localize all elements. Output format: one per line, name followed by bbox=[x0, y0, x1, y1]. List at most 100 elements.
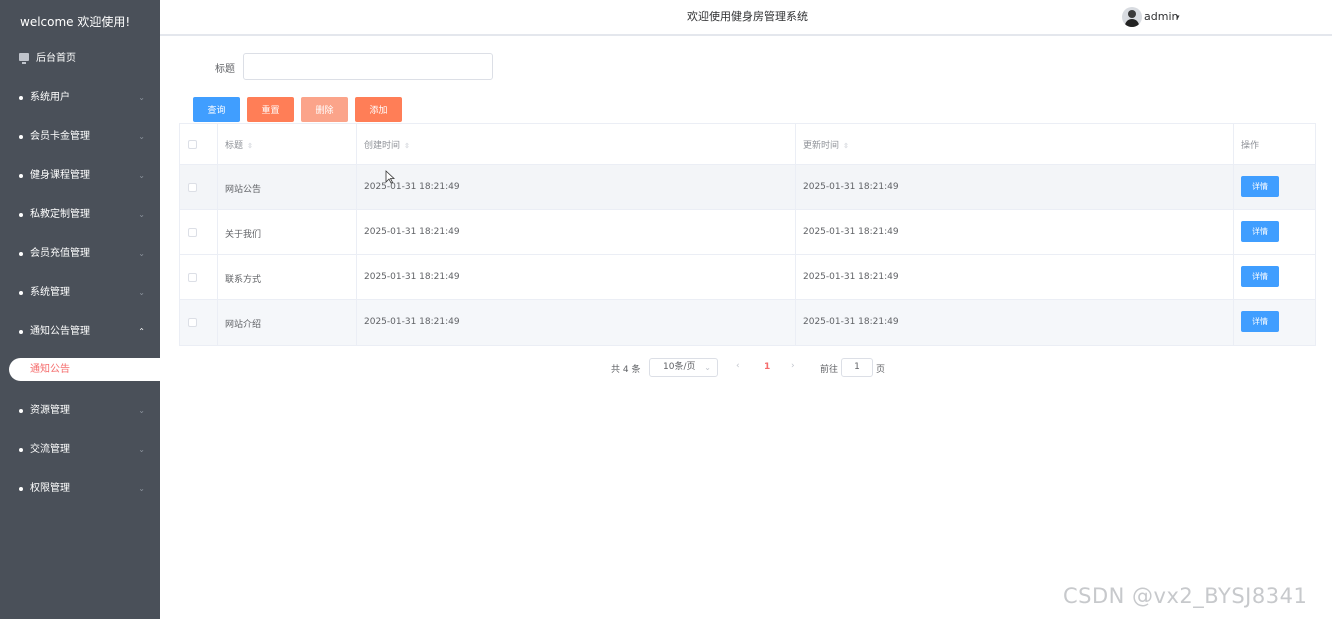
column-header-updated[interactable]: 更新时间 ⇳ bbox=[803, 138, 849, 151]
goto-label: 前往 bbox=[820, 365, 839, 375]
sidebar-item-notice[interactable]: 通知公告管理 ⌃ bbox=[0, 312, 160, 351]
cell-created: 2025-01-31 18:21:49 bbox=[364, 272, 460, 282]
next-page-button[interactable]: › bbox=[791, 361, 795, 380]
avatar[interactable] bbox=[1122, 7, 1142, 27]
sort-icon[interactable]: ⇳ bbox=[843, 142, 849, 150]
top-header: 欢迎使用健身房管理系统 admin ▾ bbox=[160, 0, 1332, 36]
cell-updated: 2025-01-31 18:21:49 bbox=[803, 182, 899, 192]
column-header-label: 标题 bbox=[225, 141, 244, 151]
search-title-label: 标题 bbox=[215, 64, 235, 75]
add-button[interactable]: 添加 bbox=[355, 97, 402, 122]
bullet-icon bbox=[19, 291, 23, 295]
sidebar-item-label: 会员卡金管理 bbox=[30, 131, 90, 142]
cell-title: 关于我们 bbox=[225, 230, 262, 240]
chevron-down-icon: ⌄ bbox=[138, 93, 145, 102]
cell-title: 网站公告 bbox=[225, 185, 262, 195]
table-row: 网站介绍 2025-01-31 18:21:49 2025-01-31 18:2… bbox=[180, 300, 1315, 345]
sidebar-item-label: 权限管理 bbox=[30, 483, 70, 494]
cell-updated: 2025-01-31 18:21:49 bbox=[803, 272, 899, 282]
avatar-head bbox=[1128, 10, 1136, 18]
monitor-icon bbox=[19, 53, 29, 64]
detail-button[interactable]: 详情 bbox=[1241, 221, 1279, 242]
goto-page-input[interactable]: 1 bbox=[841, 358, 873, 377]
cell-created: 2025-01-31 18:21:49 bbox=[364, 317, 460, 327]
cell-title: 联系方式 bbox=[225, 275, 262, 285]
sidebar-item-label: 系统用户 bbox=[30, 92, 70, 103]
bullet-icon bbox=[19, 448, 23, 452]
bullet-icon bbox=[19, 213, 23, 217]
pagination-total: 共 4 条 bbox=[611, 365, 641, 375]
page-title: 欢迎使用健身房管理系统 bbox=[687, 10, 808, 23]
caret-down-icon[interactable]: ▾ bbox=[1176, 0, 1180, 34]
chevron-down-icon: ⌄ bbox=[138, 249, 145, 258]
cell-created: 2025-01-31 18:21:49 bbox=[364, 227, 460, 237]
column-header-created[interactable]: 创建时间 ⇳ bbox=[364, 138, 410, 151]
sidebar-subitem-label: 通知公告 bbox=[30, 364, 70, 375]
bullet-icon bbox=[19, 409, 23, 413]
table-header-row: 标题 ⇳ 创建时间 ⇳ 更新时间 ⇳ 操作 bbox=[180, 124, 1315, 165]
chevron-up-icon: ⌃ bbox=[138, 327, 145, 336]
bullet-icon bbox=[19, 96, 23, 100]
sidebar-item-label: 后台首页 bbox=[36, 53, 76, 64]
cell-updated: 2025-01-31 18:21:49 bbox=[803, 317, 899, 327]
row-checkbox[interactable] bbox=[188, 273, 197, 282]
row-checkbox[interactable] bbox=[188, 183, 197, 192]
chevron-down-icon: ⌄ bbox=[138, 132, 145, 141]
sidebar-item-private-coach[interactable]: 私教定制管理 ⌄ bbox=[0, 195, 160, 234]
sidebar-item-home[interactable]: 后台首页 bbox=[0, 39, 160, 78]
sidebar-item-label: 健身课程管理 bbox=[30, 170, 90, 181]
query-button[interactable]: 查询 bbox=[193, 97, 240, 122]
sidebar-item-courses[interactable]: 健身课程管理 ⌄ bbox=[0, 156, 160, 195]
sort-icon[interactable]: ⇳ bbox=[404, 142, 410, 150]
page-size-value: 10条/页 bbox=[663, 362, 696, 372]
page-size-select[interactable]: 10条/页 ⌄ bbox=[649, 358, 718, 377]
sort-icon[interactable]: ⇳ bbox=[247, 142, 253, 150]
bullet-icon bbox=[19, 135, 23, 139]
user-menu-name[interactable]: admin bbox=[1144, 0, 1178, 34]
sidebar-item-label: 通知公告管理 bbox=[30, 326, 90, 337]
sidebar-item-permissions[interactable]: 权限管理 ⌄ bbox=[0, 469, 160, 508]
delete-button[interactable]: 删除 bbox=[301, 97, 348, 122]
column-divider bbox=[356, 124, 357, 345]
sidebar-brand: welcome 欢迎使用! bbox=[20, 15, 131, 29]
bullet-icon bbox=[19, 330, 23, 334]
cell-updated: 2025-01-31 18:21:49 bbox=[803, 227, 899, 237]
sidebar-subitem-notice[interactable]: 通知公告 bbox=[9, 358, 160, 381]
watermark: CSDN @vx2_BYSJ8341 bbox=[1063, 584, 1308, 608]
bullet-icon bbox=[19, 252, 23, 256]
mouse-cursor-icon bbox=[385, 170, 395, 184]
column-divider bbox=[1233, 124, 1234, 345]
column-header-title[interactable]: 标题 ⇳ bbox=[225, 138, 253, 151]
detail-button[interactable]: 详情 bbox=[1241, 176, 1279, 197]
bullet-icon bbox=[19, 174, 23, 178]
row-checkbox[interactable] bbox=[188, 228, 197, 237]
search-title-input[interactable] bbox=[243, 53, 493, 80]
bullet-icon bbox=[19, 487, 23, 491]
reset-button[interactable]: 重置 bbox=[247, 97, 294, 122]
sidebar-item-label: 私教定制管理 bbox=[30, 209, 90, 220]
row-checkbox[interactable] bbox=[188, 318, 197, 327]
detail-button[interactable]: 详情 bbox=[1241, 311, 1279, 332]
column-divider bbox=[217, 124, 218, 345]
sidebar-item-resources[interactable]: 资源管理 ⌄ bbox=[0, 391, 160, 430]
chevron-down-icon: ⌄ bbox=[138, 171, 145, 180]
page-number-current[interactable]: 1 bbox=[764, 362, 770, 381]
sidebar-item-exchange[interactable]: 交流管理 ⌄ bbox=[0, 430, 160, 469]
sidebar-item-label: 资源管理 bbox=[30, 405, 70, 416]
avatar-body bbox=[1125, 19, 1139, 27]
column-header-action: 操作 bbox=[1241, 141, 1260, 151]
table-row: 网站公告 2025-01-31 18:21:49 2025-01-31 18:2… bbox=[180, 165, 1315, 210]
select-all-checkbox[interactable] bbox=[188, 140, 197, 149]
detail-button[interactable]: 详情 bbox=[1241, 266, 1279, 287]
chevron-down-icon: ⌄ bbox=[138, 210, 145, 219]
column-header-label: 创建时间 bbox=[364, 141, 401, 151]
prev-page-button[interactable]: ‹ bbox=[736, 361, 740, 380]
column-header-label: 更新时间 bbox=[803, 141, 840, 151]
notice-table: 标题 ⇳ 创建时间 ⇳ 更新时间 ⇳ 操作 网站公告 2025-01-31 18:21… bbox=[179, 123, 1316, 346]
sidebar-item-label: 交流管理 bbox=[30, 444, 70, 455]
sidebar-item-system-users[interactable]: 系统用户 ⌄ bbox=[0, 78, 160, 117]
sidebar-item-recharge[interactable]: 会员充值管理 ⌄ bbox=[0, 234, 160, 273]
sidebar-item-system[interactable]: 系统管理 ⌄ bbox=[0, 273, 160, 312]
table-row: 联系方式 2025-01-31 18:21:49 2025-01-31 18:2… bbox=[180, 255, 1315, 300]
sidebar-item-member-card[interactable]: 会员卡金管理 ⌄ bbox=[0, 117, 160, 156]
